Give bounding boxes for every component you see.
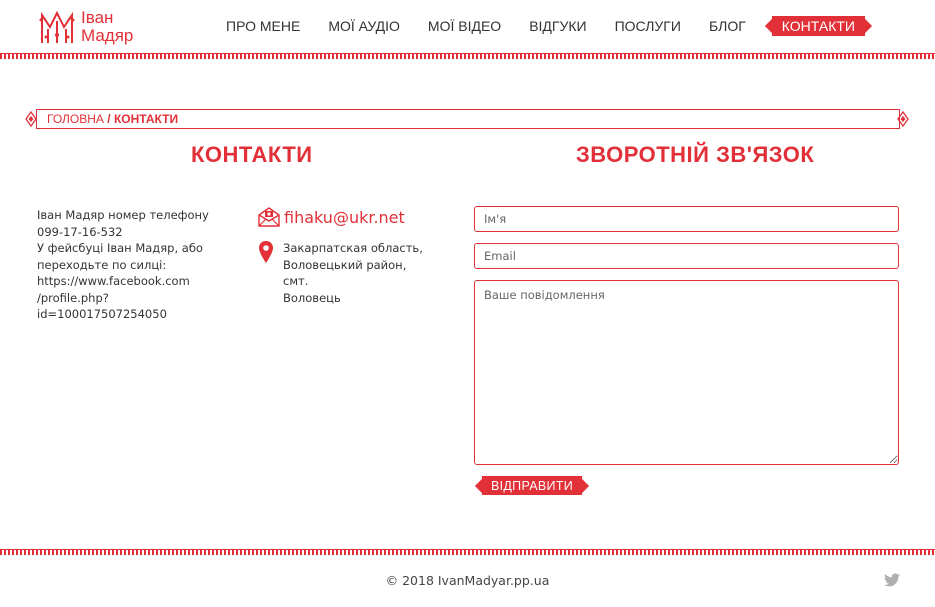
breadcrumb: ГОЛОВНА / КОНТАКТИ bbox=[36, 109, 900, 129]
email-input[interactable] bbox=[474, 243, 899, 269]
address-line: Закарпатская область, bbox=[283, 241, 423, 255]
nav-item-contacts[interactable]: КОНТАКТИ bbox=[771, 16, 865, 36]
site-header: Іван Мадяр ПРО МЕНЕ МОЇ АУДІО МОЇ ВІДЕО … bbox=[0, 0, 935, 56]
email-link[interactable]: fihaku@ukr.net bbox=[284, 208, 405, 227]
nav-item-blog[interactable]: БЛОГ bbox=[709, 16, 746, 36]
map-pin-icon bbox=[259, 241, 273, 263]
nav-item-services[interactable]: ПОСЛУГИ bbox=[615, 16, 681, 36]
header-ornament-divider bbox=[0, 53, 935, 59]
address-block: Закарпатская область, Воловецький район,… bbox=[258, 240, 433, 306]
logo-line-2: Мадяр bbox=[81, 26, 134, 45]
message-textarea[interactable] bbox=[474, 280, 899, 465]
contact-facebook-url-cont: /profile.php?id=100017507254050 bbox=[37, 290, 167, 322]
nav-item-about[interactable]: ПРО МЕНЕ bbox=[226, 16, 300, 36]
breadcrumb-separator: / bbox=[107, 112, 111, 126]
breadcrumb-ornament-right-icon bbox=[897, 111, 909, 127]
footer-copyright: © 2018 IvanMadyar.pp.ua bbox=[385, 573, 550, 588]
breadcrumb-current: КОНТАКТИ bbox=[113, 112, 179, 126]
contact-facebook-url: https://www.facebook.com bbox=[37, 274, 190, 288]
nav-item-audio[interactable]: МОЇ АУДІО bbox=[328, 16, 400, 36]
contact-info-line: Іван Мадяр номер телефону bbox=[37, 208, 209, 222]
logo-line-1: Іван bbox=[81, 8, 114, 27]
envelope-icon bbox=[258, 207, 280, 227]
breadcrumb-home-link[interactable]: ГОЛОВНА bbox=[47, 112, 104, 126]
footer-ornament-divider bbox=[0, 549, 935, 555]
nav-item-video[interactable]: МОЇ ВІДЕО bbox=[428, 16, 501, 36]
main-nav: ПРО МЕНЕ МОЇ АУДІО МОЇ ВІДЕО ВІДГУКИ ПОС… bbox=[226, 16, 865, 36]
address-line: Воловецький район, смт. bbox=[283, 257, 407, 289]
contact-info-line: переходьте по силці: bbox=[37, 257, 167, 272]
logo-ornament-icon bbox=[39, 10, 75, 43]
nav-item-reviews[interactable]: ВІДГУКИ bbox=[529, 16, 586, 36]
contact-info-line: У фейсбуці Іван Мадяр, або bbox=[37, 241, 203, 255]
nav-item-contacts-label: КОНТАКТИ bbox=[781, 18, 855, 34]
feedback-title: ЗВОРОТНІЙ ЗВ'ЯЗОК bbox=[576, 142, 815, 167]
site-logo[interactable]: Іван Мадяр bbox=[38, 9, 133, 45]
email-block: fihaku@ukr.net bbox=[258, 207, 405, 227]
address-line: Воловець bbox=[283, 290, 341, 305]
contact-phone: 099-17-16-532 bbox=[37, 224, 123, 239]
logo-text: Іван Мадяр bbox=[81, 9, 133, 45]
contact-info-text: Іван Мадяр номер телефону 099-17-16-532 … bbox=[37, 207, 237, 323]
submit-button[interactable]: ВІДПРАВИТИ bbox=[482, 476, 583, 495]
name-input[interactable] bbox=[474, 206, 899, 232]
contacts-title: КОНТАКТИ bbox=[191, 142, 313, 167]
twitter-icon[interactable] bbox=[884, 573, 900, 587]
address-text: Закарпатская область, Воловецький район,… bbox=[283, 240, 433, 306]
